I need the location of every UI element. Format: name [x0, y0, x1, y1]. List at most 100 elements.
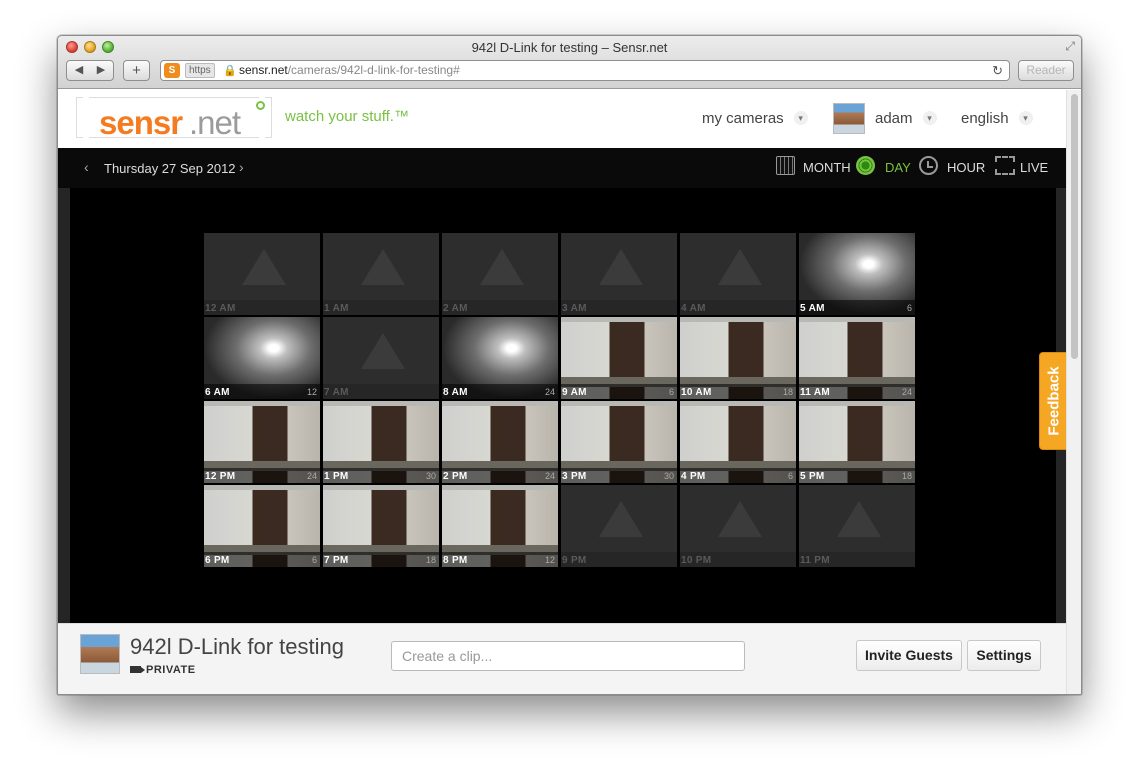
back-icon[interactable]: ◀	[68, 61, 90, 80]
hour-thumbnail[interactable]: 2 PM 24	[442, 401, 558, 483]
clock-icon[interactable]	[919, 156, 938, 175]
hour-thumbnail[interactable]: 11 AM 24	[799, 317, 915, 399]
live-frame-icon[interactable]	[995, 156, 1015, 175]
clip-count: 24	[544, 387, 555, 397]
reload-icon[interactable]: ↻	[992, 61, 1003, 80]
create-clip-input[interactable]	[391, 641, 745, 671]
viewer-toolbar: ‹ Thursday 27 Sep 2012 › MONTH DAY HOUR …	[58, 148, 1068, 188]
hour-thumbnail[interactable]: 9 AM 6	[561, 317, 677, 399]
hour-thumbnail[interactable]: 4 PM 6	[680, 401, 796, 483]
reader-button[interactable]: Reader	[1018, 60, 1074, 81]
address-bar[interactable]: S https 🔒 sensr.net/cameras/942l-d-link-…	[160, 60, 1010, 81]
clip-count: 6	[668, 387, 674, 397]
chevron-down-icon: ▾	[922, 111, 937, 125]
placeholder-triangle-icon	[599, 249, 643, 285]
clip-count: 24	[901, 387, 912, 397]
sun-icon[interactable]	[856, 156, 875, 175]
placeholder-triangle-icon	[480, 249, 524, 285]
hour-label: 11 PM	[800, 555, 830, 566]
https-badge: https	[185, 63, 215, 78]
clip-count: 24	[306, 471, 317, 481]
mode-live[interactable]: LIVE	[1020, 160, 1048, 175]
hour-label: 9 PM	[562, 555, 587, 566]
hour-thumbnail[interactable]: 6 PM 6	[204, 485, 320, 567]
user-menu[interactable]: adam ▾	[875, 110, 937, 127]
camera-footer: 942l D-Link for testing PRIVATE Invite G…	[58, 623, 1068, 694]
logo-net-text: .net	[189, 104, 241, 141]
my-cameras-label: my cameras	[702, 110, 784, 127]
site-favicon-icon: S	[164, 63, 180, 78]
clip-count: 30	[663, 471, 674, 481]
my-cameras-menu[interactable]: my cameras ▾	[702, 110, 808, 127]
page-scrollbar[interactable]	[1066, 90, 1081, 694]
privacy-badge: PRIVATE	[130, 664, 196, 676]
camera-owner-avatar	[80, 634, 120, 674]
hour-label: 8 PM	[443, 555, 468, 566]
hour-label: 11 AM	[800, 387, 831, 398]
window-title: 942l D-Link for testing – Sensr.net	[471, 40, 668, 55]
chevron-down-icon: ▾	[1018, 111, 1033, 125]
chevron-down-icon: ▾	[793, 111, 808, 125]
hour-thumbnail: 11 PM	[799, 485, 915, 567]
site-header: sensr .net watch your stuff.™ my cameras…	[58, 90, 1068, 148]
hour-thumbnail[interactable]: 5 AM 6	[799, 233, 915, 315]
hour-thumbnail: 2 AM	[442, 233, 558, 315]
hour-thumbnail[interactable]: 8 AM 24	[442, 317, 558, 399]
video-camera-icon	[130, 666, 145, 673]
language-menu[interactable]: english ▾	[961, 110, 1033, 127]
hour-thumbnail: 3 AM	[561, 233, 677, 315]
hour-thumbnail: 9 PM	[561, 485, 677, 567]
camera-viewer: ‹ Thursday 27 Sep 2012 › MONTH DAY HOUR …	[58, 148, 1068, 623]
fullscreen-icon[interactable]: ⤢	[1065, 39, 1075, 54]
placeholder-triangle-icon	[718, 501, 762, 537]
hour-label: 12 PM	[205, 471, 236, 482]
hour-thumbnail[interactable]: 7 PM 18	[323, 485, 439, 567]
hour-label: 9 AM	[562, 387, 587, 398]
clip-count: 30	[425, 471, 436, 481]
placeholder-triangle-icon	[361, 249, 405, 285]
scroll-thumb[interactable]	[1071, 94, 1078, 359]
invite-guests-button[interactable]: Invite Guests	[856, 640, 962, 671]
hour-thumbnail[interactable]: 3 PM 30	[561, 401, 677, 483]
placeholder-triangle-icon	[599, 501, 643, 537]
settings-button[interactable]: Settings	[967, 640, 1041, 671]
url-path: /cameras/942l-d-link-for-testing#	[287, 63, 460, 77]
mode-day[interactable]: DAY	[885, 160, 911, 175]
site-logo[interactable]: sensr .net	[76, 97, 272, 141]
mode-hour[interactable]: HOUR	[947, 160, 985, 175]
hour-thumbnail: 10 PM	[680, 485, 796, 567]
mode-month[interactable]: MONTH	[803, 160, 851, 175]
next-day-icon[interactable]: ›	[239, 159, 244, 175]
feedback-label: Feedback	[1045, 366, 1062, 436]
lock-icon: 🔒	[223, 65, 237, 77]
new-tab-button[interactable]: +	[123, 60, 150, 81]
forward-icon[interactable]: ▶	[90, 61, 112, 80]
hour-label: 1 AM	[324, 303, 349, 314]
hour-label: 4 AM	[681, 303, 706, 314]
hour-thumbnail[interactable]: 12 PM 24	[204, 401, 320, 483]
hour-thumbnail[interactable]: 1 PM 30	[323, 401, 439, 483]
hour-label: 7 AM	[324, 387, 349, 398]
url-text: sensr.net/cameras/942l-d-link-for-testin…	[239, 61, 460, 80]
calendar-icon[interactable]	[776, 156, 795, 175]
clip-count: 18	[901, 471, 912, 481]
hour-thumbnail[interactable]: 10 AM 18	[680, 317, 796, 399]
hour-label: 1 PM	[324, 471, 349, 482]
logo-dot-icon	[256, 101, 265, 110]
hour-thumbnail[interactable]: 6 AM 12	[204, 317, 320, 399]
placeholder-triangle-icon	[242, 249, 286, 285]
hour-label: 5 AM	[800, 303, 825, 314]
page-content: sensr .net watch your stuff.™ my cameras…	[58, 90, 1068, 694]
previous-day-icon[interactable]: ‹	[84, 159, 89, 175]
logo-sensr-text: sensr	[99, 104, 183, 141]
clip-count: 18	[782, 387, 793, 397]
hour-thumbnail[interactable]: 8 PM 12	[442, 485, 558, 567]
hour-label: 2 PM	[443, 471, 468, 482]
avatar[interactable]	[833, 103, 865, 134]
hour-thumbnail: 4 AM	[680, 233, 796, 315]
clip-count: 6	[787, 471, 793, 481]
tagline: watch your stuff.™	[285, 108, 409, 125]
feedback-tab[interactable]: Feedback	[1039, 352, 1068, 450]
hour-label: 6 PM	[205, 555, 230, 566]
hour-thumbnail[interactable]: 5 PM 18	[799, 401, 915, 483]
